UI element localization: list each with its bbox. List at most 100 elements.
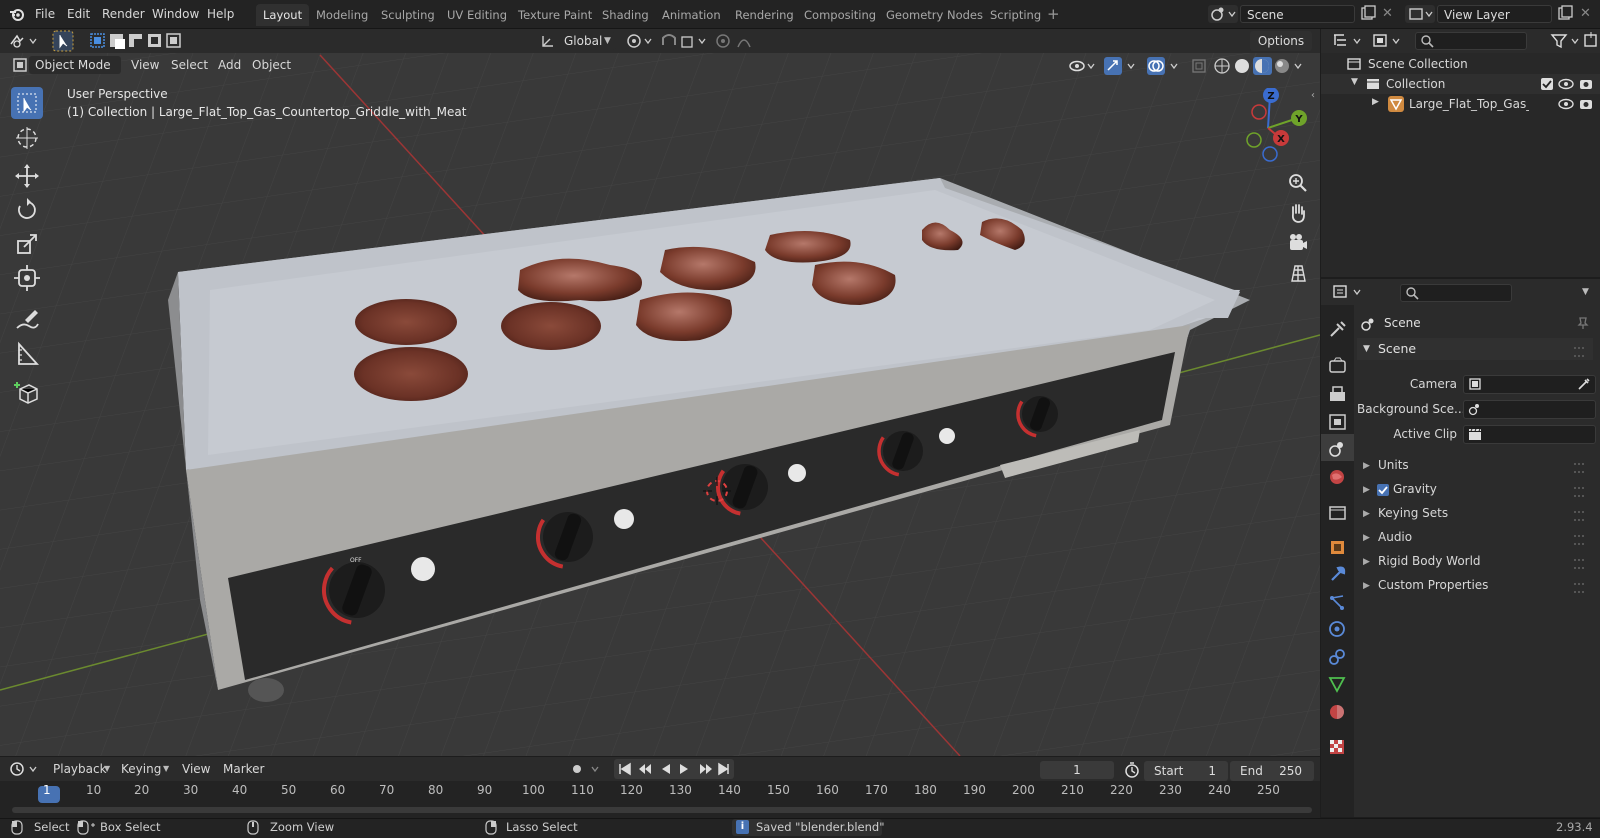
keying-sets-panel[interactable]: Keying Sets: [1378, 506, 1448, 520]
scene-tab-icon[interactable]: [1325, 437, 1351, 461]
scale-tool[interactable]: [11, 228, 43, 260]
drag-handle-icon[interactable]: [1574, 487, 1584, 497]
pin-icon[interactable]: [1576, 316, 1590, 330]
tab-rendering[interactable]: Rendering: [728, 4, 801, 26]
particles-tab-icon[interactable]: [1325, 590, 1351, 614]
output-tab-icon[interactable]: [1325, 382, 1351, 406]
zoom-view-icon[interactable]: [1286, 171, 1310, 195]
selection-mode-icons[interactable]: [88, 31, 184, 51]
menu-file[interactable]: File: [35, 0, 55, 28]
delete-view-layer-icon[interactable]: ✕: [1580, 0, 1591, 28]
display-mode-icon[interactable]: [1372, 32, 1404, 50]
menu-keying[interactable]: Keying: [121, 758, 161, 780]
tab-geometry-nodes[interactable]: Geometry Nodes: [879, 4, 990, 26]
tab-compositing[interactable]: Compositing: [797, 4, 883, 26]
delete-scene-icon[interactable]: ✕: [1382, 0, 1393, 28]
render-tab-icon[interactable]: [1325, 353, 1351, 377]
rigid-body-expand-icon[interactable]: ▶: [1363, 557, 1370, 567]
move-tool[interactable]: [11, 160, 43, 192]
physics-tab-icon[interactable]: [1325, 617, 1351, 641]
select-tool-mode-icon[interactable]: [52, 30, 74, 52]
modifier-tab-icon[interactable]: [1325, 562, 1351, 586]
drag-handle-icon[interactable]: [1574, 535, 1584, 545]
add-workspace-icon[interactable]: +: [1047, 0, 1060, 28]
outliner-editor-type-icon[interactable]: [1332, 32, 1366, 50]
tab-scripting[interactable]: Scripting: [983, 4, 1048, 26]
object-expand-icon[interactable]: ▶: [1372, 97, 1379, 107]
view-layer-tab-icon[interactable]: [1325, 410, 1351, 434]
xray-toggle-icon[interactable]: [1190, 57, 1208, 75]
eye-icon[interactable]: [1558, 77, 1576, 91]
drag-handle-icon[interactable]: [1574, 511, 1584, 521]
snapping-icon[interactable]: [659, 31, 711, 51]
custom-properties-expand-icon[interactable]: ▶: [1363, 581, 1370, 591]
menu-select[interactable]: Select: [171, 54, 208, 76]
tab-layout[interactable]: Layout: [256, 4, 310, 26]
collection-tab-icon[interactable]: [1325, 500, 1351, 524]
playback-controls[interactable]: [614, 759, 734, 779]
preview-range-icon[interactable]: [1123, 761, 1141, 779]
camera-view-icon[interactable]: [1286, 231, 1310, 255]
menu-window[interactable]: Window: [152, 0, 199, 28]
start-frame-field[interactable]: Start 1: [1144, 761, 1228, 781]
gravity-checkbox[interactable]: [1376, 483, 1390, 497]
audio-expand-icon[interactable]: ▶: [1363, 533, 1370, 543]
overlays-toggle-icon[interactable]: [1146, 56, 1182, 76]
view-layer-field[interactable]: View Layer: [1437, 5, 1552, 23]
navigation-gizmo[interactable]: Z Y X: [1228, 88, 1308, 168]
rigid-body-world-panel[interactable]: Rigid Body World: [1378, 554, 1481, 568]
tab-texture-paint[interactable]: Texture Paint: [511, 4, 599, 26]
texture-tab-icon[interactable]: [1325, 735, 1351, 759]
drag-handle-icon[interactable]: [1574, 559, 1584, 569]
active-clip-field[interactable]: [1463, 425, 1596, 444]
auto-keying-icon[interactable]: [568, 760, 608, 778]
gizmo-toggle-icon[interactable]: [1103, 56, 1139, 76]
proportional-editing-icon[interactable]: [714, 31, 764, 51]
units-expand-icon[interactable]: ▶: [1363, 461, 1370, 471]
measure-tool[interactable]: [11, 338, 43, 370]
perspective-toggle-icon[interactable]: [1286, 261, 1310, 285]
tab-modeling[interactable]: Modeling: [309, 4, 375, 26]
visibility-eye-icon[interactable]: [1068, 57, 1098, 75]
exclude-checkbox-icon[interactable]: [1540, 77, 1554, 91]
tool-tab-icon[interactable]: [1325, 318, 1351, 342]
filter-icon[interactable]: [1550, 32, 1584, 50]
keying-sets-expand-icon[interactable]: ▶: [1363, 509, 1370, 519]
menu-view[interactable]: View: [131, 54, 159, 76]
cursor-tool[interactable]: [11, 122, 43, 154]
transform-tool[interactable]: [11, 262, 43, 294]
options-chevron-icon[interactable]: ▼: [1582, 287, 1589, 297]
properties-editor-type-icon[interactable]: [1332, 283, 1366, 301]
end-frame-field[interactable]: End 250: [1230, 761, 1314, 781]
object-mode-dropdown[interactable]: Object Mode: [29, 56, 121, 74]
custom-properties-panel[interactable]: Custom Properties: [1378, 578, 1488, 592]
timeline-scrollbar[interactable]: [12, 807, 1312, 813]
menu-add[interactable]: Add: [218, 54, 241, 76]
outliner-collection[interactable]: Collection: [1386, 74, 1445, 94]
pan-hand-icon[interactable]: [1286, 201, 1310, 225]
options-dropdown[interactable]: Options: [1250, 31, 1312, 51]
outliner-scene-collection[interactable]: Scene Collection: [1368, 54, 1468, 74]
pivot-point-icon[interactable]: [625, 31, 657, 51]
rotate-tool[interactable]: [11, 194, 43, 226]
tab-sculpting[interactable]: Sculpting: [374, 4, 442, 26]
eyedropper-icon[interactable]: [1577, 377, 1591, 391]
tab-uv-editing[interactable]: UV Editing: [440, 4, 514, 26]
menu-edit[interactable]: Edit: [67, 0, 90, 28]
tab-animation[interactable]: Animation: [655, 4, 728, 26]
annotate-tool[interactable]: [11, 304, 43, 336]
sidebar-toggle-icon[interactable]: ‹: [1311, 90, 1315, 101]
render-camera-icon[interactable]: [1578, 76, 1594, 92]
constraints-tab-icon[interactable]: [1325, 645, 1351, 669]
object-tab-icon[interactable]: [1325, 535, 1351, 559]
3d-viewport[interactable]: OFF: [0, 29, 1320, 756]
select-box-tool[interactable]: [11, 87, 43, 119]
scene-name-field[interactable]: Scene: [1240, 5, 1355, 23]
drag-handle-icon[interactable]: [1574, 347, 1584, 357]
render-camera-icon[interactable]: [1578, 96, 1594, 112]
shading-mode-icons[interactable]: [1212, 56, 1312, 76]
timeline-editor-type-icon[interactable]: [8, 760, 42, 778]
blender-logo-icon[interactable]: [9, 6, 25, 22]
new-scene-icon[interactable]: [1359, 5, 1377, 23]
gravity-expand-icon[interactable]: ▶: [1363, 485, 1370, 495]
